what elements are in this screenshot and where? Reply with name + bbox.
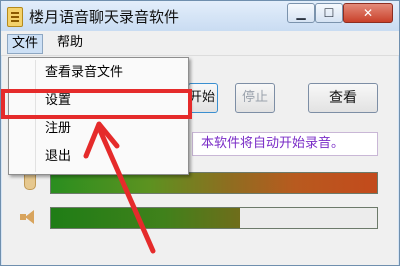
speaker-icon xyxy=(20,209,38,225)
start-button[interactable]: 开始 xyxy=(188,83,218,113)
menu-bar: 文件 帮助 xyxy=(1,31,399,56)
settings-highlight-box xyxy=(1,89,192,119)
recorder-app-icon xyxy=(7,7,23,27)
menu-help[interactable]: 帮助 xyxy=(53,34,87,52)
menu-item-view-recordings[interactable]: 查看录音文件 xyxy=(45,62,123,84)
speaker-level-meter xyxy=(50,207,378,229)
menu-file[interactable]: 文件 xyxy=(7,34,44,54)
menu-item-register[interactable]: 注册 xyxy=(45,118,71,140)
maximize-button[interactable]: ☐ xyxy=(315,3,343,23)
window-title: 楼月语音聊天录音软件 xyxy=(29,8,180,26)
view-button[interactable]: 查看 xyxy=(308,83,378,113)
mic-level-meter xyxy=(50,172,378,194)
speaker-level-fill xyxy=(51,208,241,228)
notice-text: 本软件将自动开始录音。 xyxy=(192,132,378,156)
menu-item-exit[interactable]: 退出 xyxy=(45,146,71,168)
app-window: 楼月语音聊天录音软件 ▁ ☐ ✕ 文件 帮助 开始 停止 查看 本软件将自动开始… xyxy=(0,0,400,266)
stop-button[interactable]: 停止 xyxy=(235,83,275,113)
title-bar[interactable]: 楼月语音聊天录音软件 ▁ ☐ ✕ xyxy=(1,1,399,31)
close-button[interactable]: ✕ xyxy=(343,3,393,23)
minimize-button[interactable]: ▁ xyxy=(287,3,315,23)
